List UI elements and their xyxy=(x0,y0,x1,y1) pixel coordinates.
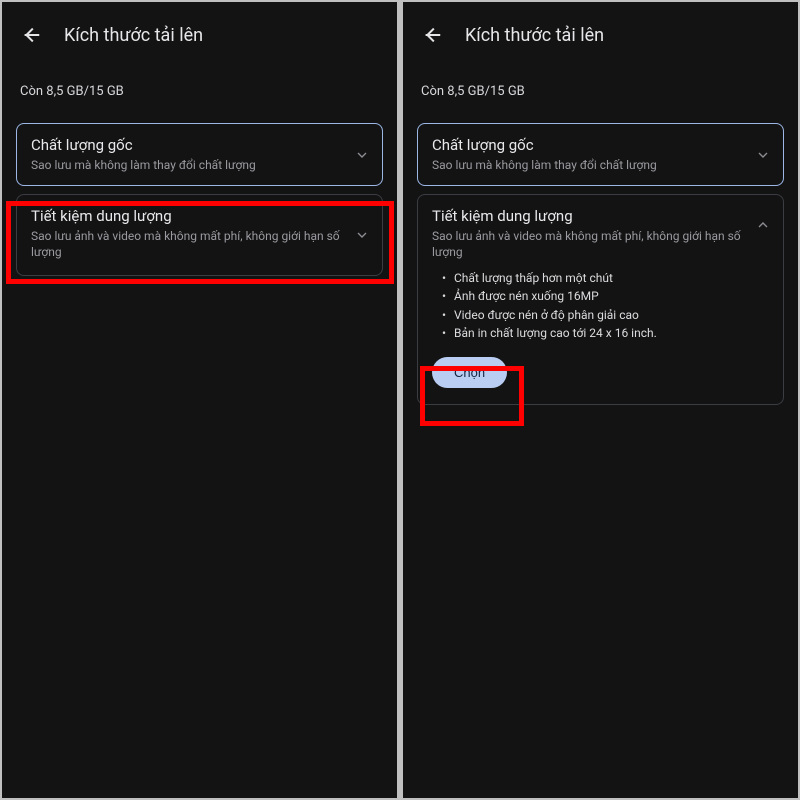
storage-remaining: Còn 8,5 GB/15 GB xyxy=(403,56,798,115)
detail-item: Video được nén ở độ phân giải cao xyxy=(442,306,765,325)
back-arrow-icon[interactable] xyxy=(421,24,443,46)
option-title: Tiết kiệm dung lượng xyxy=(432,207,769,225)
chevron-down-icon xyxy=(354,227,370,243)
screen-right: Kích thước tải lên Còn 8,5 GB/15 GB Chất… xyxy=(403,2,798,798)
option-desc: Sao lưu ảnh và video mà không mất phí, k… xyxy=(31,228,368,260)
chevron-down-icon xyxy=(755,147,771,163)
chevron-up-icon xyxy=(755,217,771,233)
option-title: Tiết kiệm dung lượng xyxy=(31,207,368,225)
option-original-quality[interactable]: Chất lượng gốc Sao lưu mà không làm thay… xyxy=(417,123,784,186)
select-button[interactable]: Chọn xyxy=(432,357,507,388)
detail-item: Bản in chất lượng cao tới 24 x 16 inch. xyxy=(442,324,765,343)
option-storage-saver[interactable]: Tiết kiệm dung lượng Sao lưu ảnh và vide… xyxy=(16,194,383,275)
header: Kích thước tải lên xyxy=(2,2,397,56)
option-title: Chất lượng gốc xyxy=(432,136,769,154)
detail-item: Ảnh được nén xuống 16MP xyxy=(442,287,765,306)
chevron-down-icon xyxy=(354,147,370,163)
option-desc: Sao lưu ảnh và video mà không mất phí, k… xyxy=(432,228,769,260)
screen-left: Kích thước tải lên Còn 8,5 GB/15 GB Chất… xyxy=(2,2,397,798)
page-title: Kích thước tải lên xyxy=(64,25,203,46)
back-arrow-icon[interactable] xyxy=(20,24,42,46)
option-original-quality[interactable]: Chất lượng gốc Sao lưu mà không làm thay… xyxy=(16,123,383,186)
detail-item: Chất lượng thấp hơn một chút xyxy=(442,269,765,288)
storage-remaining: Còn 8,5 GB/15 GB xyxy=(2,56,397,115)
option-storage-saver-expanded[interactable]: Tiết kiệm dung lượng Sao lưu ảnh và vide… xyxy=(417,194,784,405)
page-title: Kích thước tải lên xyxy=(465,25,604,46)
option-desc: Sao lưu mà không làm thay đổi chất lượng xyxy=(31,157,368,173)
option-desc: Sao lưu mà không làm thay đổi chất lượng xyxy=(432,157,769,173)
header: Kích thước tải lên xyxy=(403,2,798,56)
option-title: Chất lượng gốc xyxy=(31,136,368,154)
option-details-list: Chất lượng thấp hơn một chút Ảnh được né… xyxy=(432,269,769,343)
